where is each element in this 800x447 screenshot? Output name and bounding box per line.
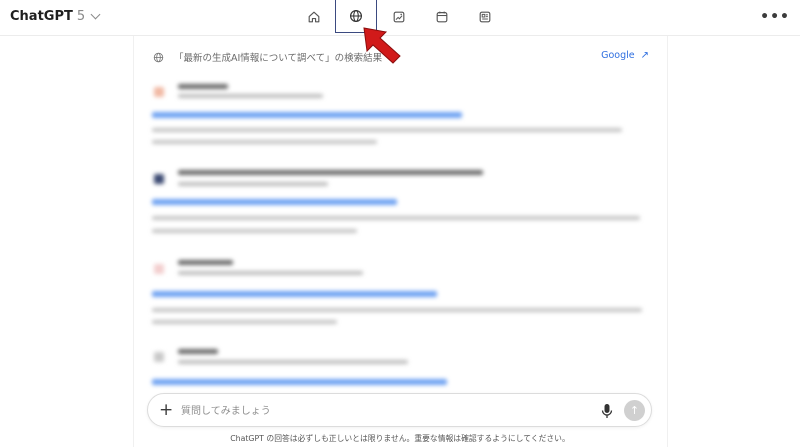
- results-title: 「最新の生成AI情報について調べて」の検索結果: [174, 53, 383, 64]
- prompt-input[interactable]: [181, 402, 581, 420]
- result-url: [178, 182, 328, 186]
- tab-calendar[interactable]: [421, 0, 463, 33]
- result-url: [178, 360, 408, 364]
- site-favicon: [154, 352, 164, 362]
- home-icon: [308, 11, 320, 22]
- result-url: [178, 94, 323, 98]
- result-link[interactable]: [152, 199, 397, 205]
- result-link[interactable]: [152, 112, 462, 118]
- annotation-arrow-icon: [363, 27, 401, 64]
- tab-home[interactable]: [293, 0, 335, 33]
- site-favicon: [154, 264, 164, 274]
- tab-news[interactable]: [464, 0, 506, 33]
- result-link[interactable]: [152, 379, 447, 385]
- send-button[interactable]: ↑: [624, 400, 645, 421]
- result-snippet: [152, 308, 642, 312]
- newspaper-icon: [479, 11, 491, 22]
- result-snippet: [152, 140, 377, 144]
- google-link[interactable]: Google ↗: [601, 50, 649, 61]
- microphone-icon[interactable]: [601, 403, 613, 419]
- calendar-icon: [436, 11, 448, 22]
- result-site-name: [178, 84, 228, 89]
- result-site-name: [178, 260, 233, 265]
- site-favicon: [154, 87, 164, 97]
- search-result[interactable]: [150, 167, 650, 242]
- result-site-name: [178, 170, 483, 175]
- result-snippet: [152, 128, 622, 132]
- result-url: [178, 271, 363, 275]
- result-snippet: [152, 320, 337, 324]
- result-site-name: [178, 349, 218, 354]
- site-favicon: [154, 174, 164, 184]
- search-result[interactable]: [150, 258, 650, 333]
- result-snippet: [152, 216, 640, 220]
- globe-icon: [153, 52, 164, 62]
- external-link-icon: ↗: [640, 50, 649, 61]
- add-attachment-button[interactable]: +: [159, 401, 173, 419]
- search-result[interactable]: [150, 82, 650, 152]
- message-composer: + ↑: [147, 393, 652, 427]
- more-options-button[interactable]: •••: [760, 9, 790, 25]
- google-link-label: Google: [601, 50, 635, 61]
- result-snippet: [152, 229, 357, 233]
- search-result[interactable]: [150, 347, 650, 392]
- disclaimer-text: ChatGPT の回答は必ずしも正しいとは限りません。重要な情報は確認するように…: [230, 434, 570, 443]
- result-link[interactable]: [152, 291, 437, 297]
